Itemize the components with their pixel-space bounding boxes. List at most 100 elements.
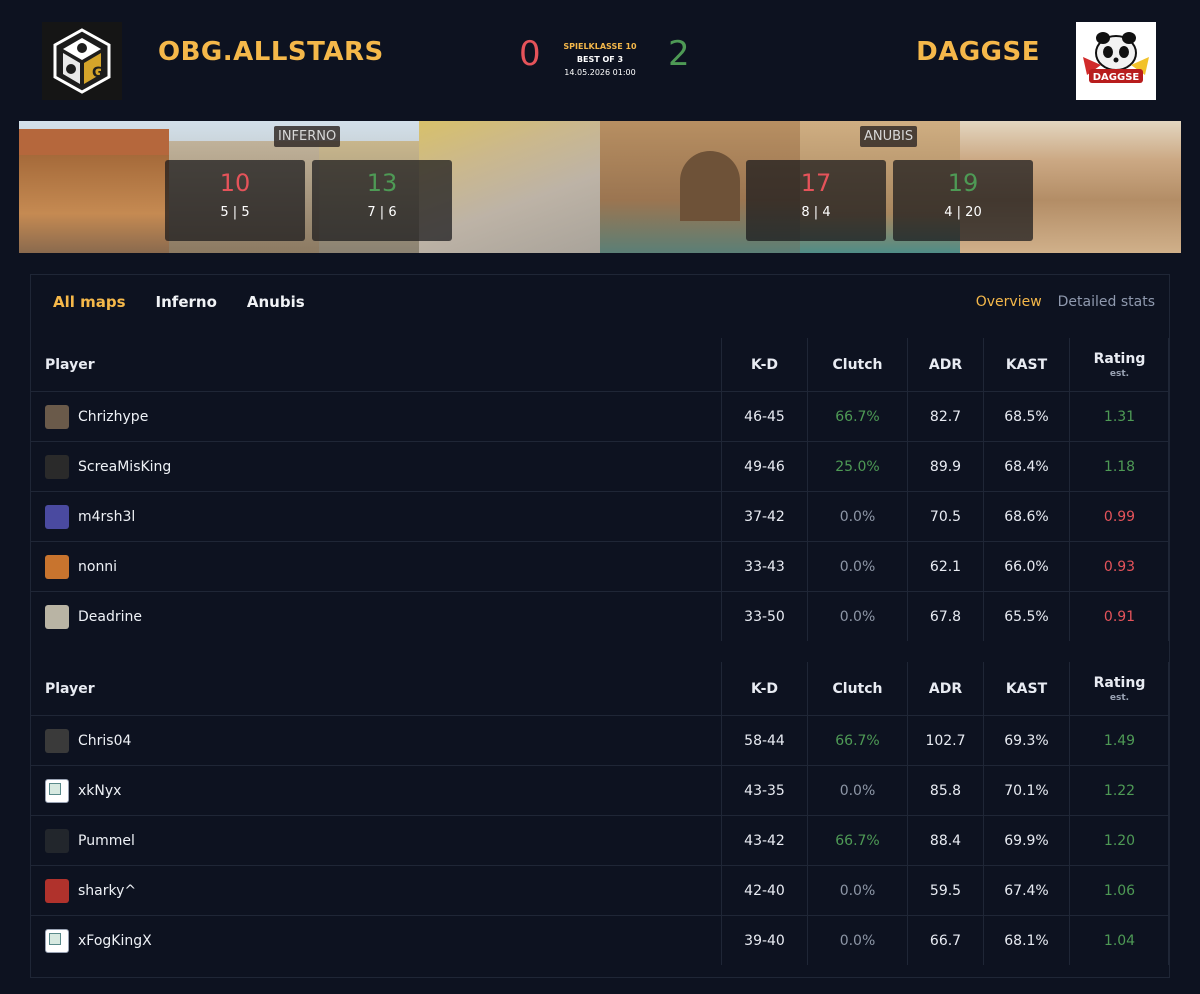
team-logo-left[interactable]: G — [42, 22, 122, 100]
player-name[interactable]: m4rsh3l — [78, 509, 135, 525]
rating-value: 1.06 — [1069, 866, 1169, 915]
map-half-scores: 8 | 4 — [801, 205, 831, 220]
column-header-kast[interactable]: KAST — [983, 338, 1069, 391]
player-cell[interactable]: xkNyx — [45, 766, 121, 815]
player-cell[interactable]: m4rsh3l — [45, 492, 135, 541]
adr-value: 85.8 — [907, 766, 983, 815]
rating-value: 1.04 — [1069, 916, 1169, 965]
match-format: BEST OF 3 — [576, 55, 624, 64]
table-row[interactable]: m4rsh3l 37-42 0.0% 70.5 68.6% 0.99 — [31, 491, 1169, 541]
column-header-kd[interactable]: K-D — [721, 338, 807, 391]
player-cell[interactable]: Pummel — [45, 816, 135, 865]
table-row[interactable]: nonni 33-43 0.0% 62.1 66.0% 0.93 — [31, 541, 1169, 591]
kd-value: 43-35 — [721, 766, 807, 815]
kast-value: 69.3% — [983, 716, 1069, 765]
team-logo-right[interactable]: DAGGSE — [1076, 22, 1156, 100]
player-cell[interactable]: Chris04 — [45, 716, 131, 765]
league-label: SPIELKLASSE 10 — [563, 42, 637, 51]
tab-overview[interactable]: Overview — [976, 294, 1042, 310]
stats-card: All maps Inferno Anubis Overview Detaile… — [30, 274, 1170, 978]
column-header-clutch[interactable]: Clutch — [807, 338, 907, 391]
column-header-rating[interactable]: Rating est. — [1069, 338, 1169, 391]
player-avatar — [45, 828, 69, 853]
kast-value: 65.5% — [983, 592, 1069, 641]
table-row[interactable]: Chrizhype 46-45 66.7% 82.7 68.5% 1.31 — [31, 391, 1169, 441]
match-header: G OBG.ALLSTARS 0 SPIELKLASSE 10 BEST OF … — [0, 0, 1200, 112]
clutch-value: 66.7% — [807, 816, 907, 865]
table-row[interactable]: ScreaMisKing 49-46 25.0% 89.9 68.4% 1.18 — [31, 441, 1169, 491]
clutch-value: 0.0% — [807, 916, 907, 965]
column-header-adr[interactable]: ADR — [907, 338, 983, 391]
column-header-player[interactable]: Player — [45, 662, 95, 715]
adr-value: 88.4 — [907, 816, 983, 865]
table-row[interactable]: sharky^ 42-40 0.0% 59.5 67.4% 1.06 — [31, 865, 1169, 915]
tab-all-maps[interactable]: All maps — [53, 293, 126, 311]
player-cell[interactable]: sharky^ — [45, 866, 136, 915]
table-divider — [1168, 716, 1169, 765]
map-half-scores: 5 | 5 — [220, 205, 250, 220]
column-header-kd[interactable]: K-D — [721, 662, 807, 715]
player-name[interactable]: sharky^ — [78, 883, 136, 899]
table-row[interactable]: Chris04 58-44 66.7% 102.7 69.3% 1.49 — [31, 715, 1169, 765]
column-header-rating[interactable]: Rating est. — [1069, 662, 1169, 715]
map-score-left-anubis: 17 8 | 4 — [746, 160, 886, 241]
player-cell[interactable]: xFogKingX — [45, 916, 152, 965]
column-header-clutch[interactable]: Clutch — [807, 662, 907, 715]
player-cell[interactable]: Chrizhype — [45, 392, 148, 441]
column-header-player[interactable]: Player — [45, 338, 95, 391]
player-name[interactable]: xFogKingX — [78, 933, 152, 949]
table-row[interactable]: xkNyx 43-35 0.0% 85.8 70.1% 1.22 — [31, 765, 1169, 815]
column-header-adr[interactable]: ADR — [907, 662, 983, 715]
map-score-value: 19 — [947, 169, 979, 197]
adr-value: 70.5 — [907, 492, 983, 541]
tab-inferno[interactable]: Inferno — [156, 293, 217, 311]
clutch-value: 66.7% — [807, 392, 907, 441]
table-divider — [1168, 492, 1169, 541]
daggse-logo-text: DAGGSE — [1093, 72, 1140, 83]
player-name[interactable]: ScreaMisKing — [78, 459, 171, 475]
team-name-left[interactable]: OBG.ALLSTARS — [158, 37, 384, 67]
match-info: SPIELKLASSE 10 BEST OF 3 14.05.2026 01:0… — [545, 40, 655, 79]
player-name[interactable]: Chrizhype — [78, 409, 148, 425]
team-stats-table-right: Player K-D Clutch ADR KAST Rating est. C… — [31, 662, 1169, 965]
table-row[interactable]: xFogKingX 39-40 0.0% 66.7 68.1% 1.04 — [31, 915, 1169, 965]
adr-value: 89.9 — [907, 442, 983, 491]
player-cell[interactable]: nonni — [45, 542, 117, 591]
table-row[interactable]: Pummel 43-42 66.7% 88.4 69.9% 1.20 — [31, 815, 1169, 865]
kd-value: 33-50 — [721, 592, 807, 641]
map-wall — [19, 155, 169, 253]
player-cell[interactable]: Deadrine — [45, 592, 142, 641]
table-header-row: Player K-D Clutch ADR KAST Rating est. — [31, 662, 1169, 715]
table-divider — [1168, 592, 1169, 641]
map-half-scores: 4 | 20 — [944, 205, 982, 220]
clutch-value: 25.0% — [807, 442, 907, 491]
adr-value: 67.8 — [907, 592, 983, 641]
player-name[interactable]: xkNyx — [78, 783, 121, 799]
clutch-value: 0.0% — [807, 492, 907, 541]
map-results-strip: INFERNO 10 5 | 5 13 7 | 6 ANUBIS 17 8 | … — [19, 121, 1181, 253]
tab-detailed-stats[interactable]: Detailed stats — [1058, 294, 1155, 310]
team-name-right[interactable]: DAGGSE — [916, 37, 1040, 67]
map-panel-anubis[interactable]: ANUBIS 17 8 | 4 19 4 | 20 — [600, 121, 1181, 253]
clutch-value: 0.0% — [807, 542, 907, 591]
player-cell[interactable]: ScreaMisKing — [45, 442, 171, 491]
map-panel-inferno[interactable]: INFERNO 10 5 | 5 13 7 | 6 — [19, 121, 600, 253]
table-divider — [1168, 916, 1169, 965]
column-header-kast[interactable]: KAST — [983, 662, 1069, 715]
score-left: 0 — [519, 34, 541, 74]
tab-anubis[interactable]: Anubis — [247, 293, 305, 311]
player-name[interactable]: Pummel — [78, 833, 135, 849]
table-row[interactable]: Deadrine 33-50 0.0% 67.8 65.5% 0.91 — [31, 591, 1169, 641]
player-avatar — [45, 728, 69, 753]
adr-value: 59.5 — [907, 866, 983, 915]
player-name[interactable]: Chris04 — [78, 733, 131, 749]
player-avatar — [45, 604, 69, 629]
rating-value: 1.22 — [1069, 766, 1169, 815]
table-divider — [1168, 766, 1169, 815]
player-name[interactable]: Deadrine — [78, 609, 142, 625]
map-roof — [19, 129, 169, 157]
daggse-logo-icon: DAGGSE — [1083, 32, 1149, 83]
kast-value: 68.5% — [983, 392, 1069, 441]
table-divider — [1168, 662, 1169, 715]
player-name[interactable]: nonni — [78, 559, 117, 575]
